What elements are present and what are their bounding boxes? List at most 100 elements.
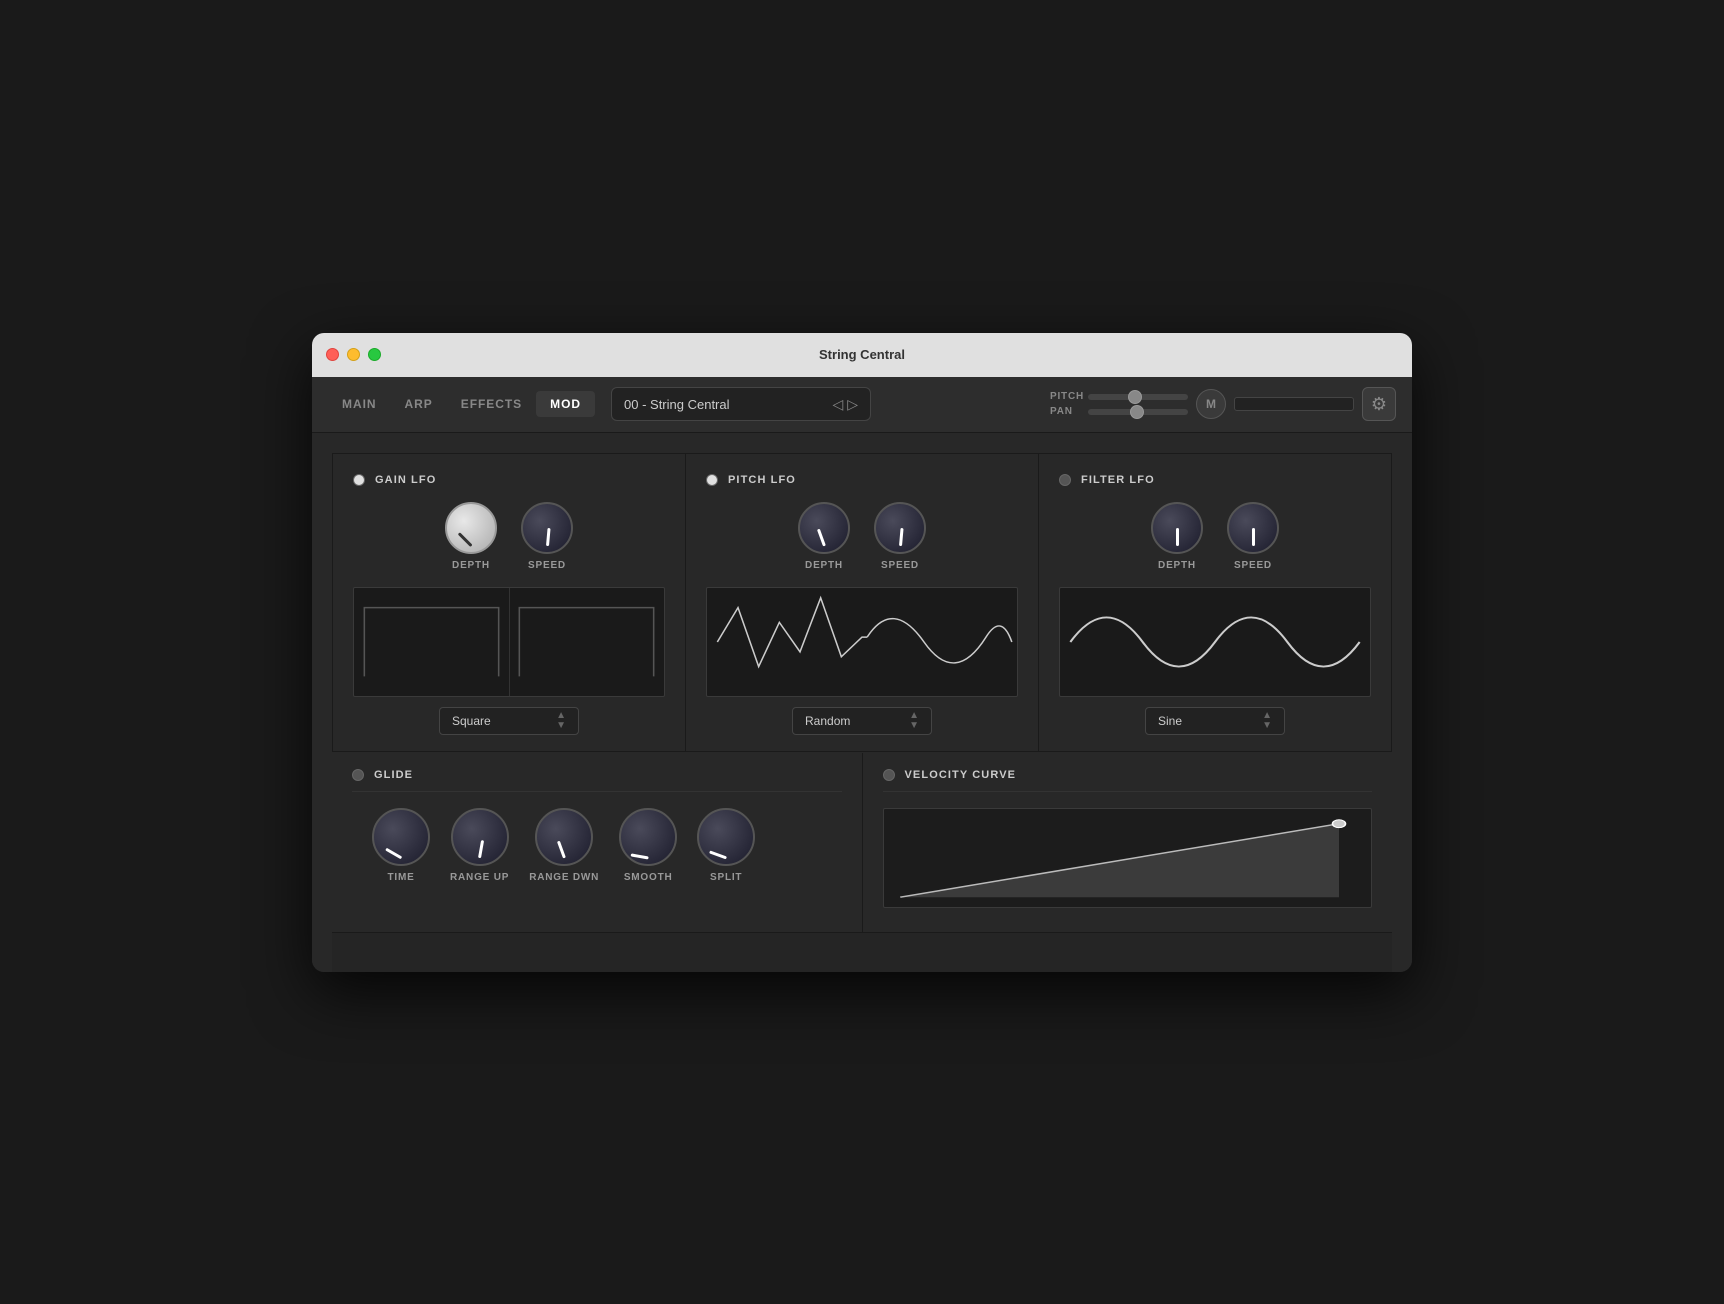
gain-waveform: [353, 587, 665, 697]
filter-depth-container: DEPTH: [1151, 502, 1203, 571]
bottom-section: GLIDE TIME RANGE UP: [332, 753, 1392, 932]
velocity-title: VELOCITY CURVE: [905, 769, 1017, 781]
gain-speed-knob[interactable]: [521, 502, 573, 554]
preset-selector[interactable]: 00 - String Central ◁ ▷: [611, 387, 871, 421]
glide-panel: GLIDE TIME RANGE UP: [332, 753, 862, 932]
filter-lfo-title: FILTER LFO: [1081, 474, 1155, 486]
pitch-lfo-title: PITCH LFO: [728, 474, 796, 486]
preset-next[interactable]: ▷: [847, 396, 858, 413]
range-dwn-indicator: [557, 840, 566, 858]
pitch-lfo-indicator[interactable]: [706, 474, 718, 486]
velocity-header: VELOCITY CURVE: [883, 769, 1373, 792]
close-button[interactable]: [326, 348, 339, 361]
pitch-lfo-knobs: DEPTH SPEED: [706, 502, 1018, 571]
lfo-section: GAIN LFO DEPTH SPEED: [332, 453, 1392, 752]
footer-bar: [332, 932, 1392, 972]
smooth-label: SMOOTH: [624, 872, 673, 883]
maximize-button[interactable]: [368, 348, 381, 361]
preset-prev[interactable]: ◁: [832, 396, 843, 413]
filter-speed-indicator: [1252, 528, 1255, 546]
range-up-indicator: [478, 840, 484, 858]
range-dwn-label: RANGE DWN: [529, 872, 599, 883]
filter-depth-indicator: [1176, 528, 1179, 546]
minimize-button[interactable]: [347, 348, 360, 361]
filter-lfo-panel: FILTER LFO DEPTH SPEED: [1039, 454, 1391, 751]
tab-arp[interactable]: ARP: [391, 391, 447, 417]
pitch-pan-area: PITCH PAN: [1050, 391, 1188, 417]
gain-depth-knob[interactable]: [445, 502, 497, 554]
glide-header: GLIDE: [352, 769, 842, 792]
pitch-speed-knob[interactable]: [874, 502, 926, 554]
main-window: String Central MAIN ARP EFFECTS MOD 00 -…: [312, 333, 1412, 972]
filter-depth-label: DEPTH: [1158, 560, 1196, 571]
filter-lfo-header: FILTER LFO: [1059, 474, 1371, 486]
pitch-waveform: [706, 587, 1018, 697]
pitch-slider[interactable]: [1088, 394, 1188, 400]
pan-thumb: [1130, 405, 1144, 419]
filter-speed-label: SPEED: [1234, 560, 1272, 571]
preset-name: 00 - String Central: [624, 397, 730, 412]
filter-speed-container: SPEED: [1227, 502, 1279, 571]
nav-bar: MAIN ARP EFFECTS MOD 00 - String Central…: [312, 377, 1412, 433]
time-indicator: [385, 847, 402, 859]
level-bar: [1234, 397, 1354, 411]
velocity-indicator[interactable]: [883, 769, 895, 781]
range-up-container: RANGE UP: [450, 808, 509, 883]
gain-depth-label: DEPTH: [452, 560, 490, 571]
range-up-label: RANGE UP: [450, 872, 509, 883]
pitch-depth-knob[interactable]: [798, 502, 850, 554]
pitch-waveform-arrows: ▲ ▼: [909, 711, 919, 731]
filter-waveform: [1059, 587, 1371, 697]
pitch-waveform-dropdown[interactable]: Random ▲ ▼: [792, 707, 932, 735]
glide-knobs: TIME RANGE UP RANGE DWN: [352, 808, 842, 883]
smooth-knob[interactable]: [619, 808, 677, 866]
gain-waveform-dropdown[interactable]: Square ▲ ▼: [439, 707, 579, 735]
tab-effects[interactable]: EFFECTS: [447, 391, 536, 417]
m-button[interactable]: M: [1196, 389, 1226, 419]
gain-waveform-divider: [509, 588, 510, 696]
preset-area: 00 - String Central ◁ ▷: [611, 387, 1030, 421]
time-knob[interactable]: [372, 808, 430, 866]
pan-slider[interactable]: [1088, 409, 1188, 415]
filter-depth-knob[interactable]: [1151, 502, 1203, 554]
pitch-speed-label: SPEED: [881, 560, 919, 571]
range-dwn-container: RANGE DWN: [529, 808, 599, 883]
pitch-waveform-svg: [707, 588, 1017, 696]
filter-speed-knob[interactable]: [1227, 502, 1279, 554]
split-container: SPLIT: [697, 808, 755, 883]
pan-label: PAN: [1050, 406, 1080, 417]
pitch-lfo-panel: PITCH LFO DEPTH SPEED: [686, 454, 1038, 751]
tab-main[interactable]: MAIN: [328, 391, 391, 417]
gain-waveform-arrows: ▲ ▼: [556, 711, 566, 731]
pitch-waveform-value: Random: [805, 714, 850, 728]
range-dwn-knob[interactable]: [535, 808, 593, 866]
settings-button[interactable]: ⚙: [1362, 387, 1396, 421]
velocity-panel: VELOCITY CURVE: [863, 753, 1393, 932]
filter-lfo-indicator[interactable]: [1059, 474, 1071, 486]
tab-mod[interactable]: MOD: [536, 391, 595, 417]
gain-lfo-indicator[interactable]: [353, 474, 365, 486]
gain-depth-indicator: [457, 532, 472, 547]
filter-waveform-arrows: ▲ ▼: [1262, 711, 1272, 731]
smooth-container: SMOOTH: [619, 808, 677, 883]
preset-arrows: ◁ ▷: [832, 396, 858, 413]
main-content: GAIN LFO DEPTH SPEED: [312, 433, 1412, 972]
range-up-knob[interactable]: [451, 808, 509, 866]
pitch-lfo-header: PITCH LFO: [706, 474, 1018, 486]
split-knob[interactable]: [697, 808, 755, 866]
gain-lfo-panel: GAIN LFO DEPTH SPEED: [333, 454, 685, 751]
pitch-thumb: [1128, 390, 1142, 404]
pitch-speed-indicator: [899, 527, 904, 545]
gain-speed-label: SPEED: [528, 560, 566, 571]
glide-indicator[interactable]: [352, 769, 364, 781]
title-bar: String Central: [312, 333, 1412, 377]
glide-title: GLIDE: [374, 769, 413, 781]
velocity-curve-svg: [884, 809, 1372, 907]
gain-waveform-value: Square: [452, 714, 491, 728]
filter-lfo-knobs: DEPTH SPEED: [1059, 502, 1371, 571]
pitch-speed-container: SPEED: [874, 502, 926, 571]
window-title: String Central: [819, 347, 905, 362]
nav-right: PITCH PAN M ⚙: [1030, 387, 1396, 421]
gain-lfo-header: GAIN LFO: [353, 474, 665, 486]
filter-waveform-dropdown[interactable]: Sine ▲ ▼: [1145, 707, 1285, 735]
